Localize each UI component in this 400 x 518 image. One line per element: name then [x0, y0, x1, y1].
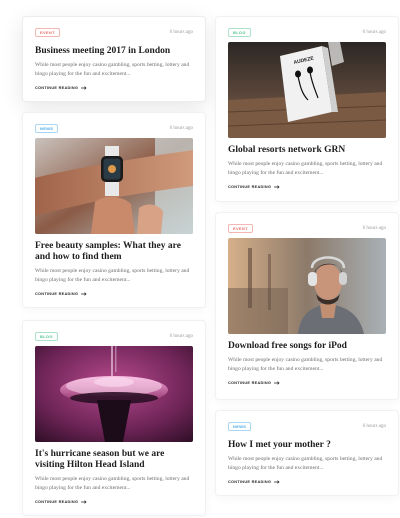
card-meta: BLOG 6 hours ago: [228, 27, 386, 37]
category-badge[interactable]: EVENT: [228, 223, 253, 233]
category-badge[interactable]: BLOG: [35, 331, 58, 341]
continue-reading-label: CONTINUE READING: [35, 292, 79, 296]
article-title[interactable]: Free beauty samples: What they are and h…: [35, 241, 193, 263]
category-badge[interactable]: NEWS: [228, 421, 252, 431]
article-title[interactable]: How I met your mother ?: [228, 440, 386, 451]
card-meta: NEWS 6 hours ago: [35, 123, 193, 133]
man-headphones-image: [228, 238, 386, 334]
continue-reading-link[interactable]: CONTINUE READING: [35, 292, 193, 296]
continue-reading-label: CONTINUE READING: [35, 500, 79, 504]
continue-reading-label: CONTINUE READING: [228, 480, 272, 484]
article-card[interactable]: BLOG 6 hours ago It's hurricane season b…: [22, 320, 206, 516]
article-image[interactable]: [228, 238, 386, 334]
observation-tower-image: [35, 346, 193, 442]
arrow-right-icon: [81, 500, 87, 504]
article-card[interactable]: BLOG 6 hours ago AUDEZE Global resorts n…: [215, 16, 399, 202]
card-meta: EVENT 6 hours ago: [228, 223, 386, 233]
timestamp: 6 hours ago: [169, 333, 193, 339]
continue-reading-link[interactable]: CONTINUE READING: [228, 185, 386, 189]
article-card[interactable]: EVENT 6 hours ago Business meeting 2017 …: [22, 16, 206, 102]
timestamp: 6 hours ago: [169, 125, 193, 131]
continue-reading-link[interactable]: CONTINUE READING: [35, 500, 193, 504]
timestamp: 6 hours ago: [169, 29, 193, 35]
arrow-right-icon: [274, 480, 280, 484]
article-excerpt: While most people enjoy casino gambling,…: [228, 456, 383, 471]
article-title[interactable]: Global resorts network GRN: [228, 145, 386, 156]
card-meta: BLOG 6 hours ago: [35, 331, 193, 341]
article-title[interactable]: Download free songs for iPod: [228, 341, 386, 352]
card-meta: EVENT 6 hours ago: [35, 27, 193, 37]
timestamp: 6 hours ago: [362, 29, 386, 35]
arrow-right-icon: [81, 86, 87, 90]
article-card[interactable]: EVENT 6 hours ago Download free songs fo…: [215, 212, 399, 400]
arrow-right-icon: [274, 381, 280, 385]
continue-reading-label: CONTINUE READING: [228, 185, 272, 189]
arrow-right-icon: [81, 292, 87, 296]
category-badge[interactable]: NEWS: [35, 123, 59, 133]
category-badge[interactable]: BLOG: [228, 27, 251, 37]
article-title[interactable]: It's hurricane season but we are visitin…: [35, 449, 193, 471]
article-title[interactable]: Business meeting 2017 in London: [35, 46, 193, 57]
earphones-box-image: AUDEZE: [228, 42, 386, 138]
article-excerpt: While most people enjoy casino gambling,…: [35, 62, 190, 77]
timestamp: 6 hours ago: [362, 423, 386, 429]
article-excerpt: While most people enjoy casino gambling,…: [228, 161, 383, 176]
continue-reading-label: CONTINUE READING: [228, 381, 272, 385]
article-image[interactable]: AUDEZE: [228, 42, 386, 138]
article-image[interactable]: [35, 346, 193, 442]
article-excerpt: While most people enjoy casino gambling,…: [35, 476, 190, 491]
article-excerpt: While most people enjoy casino gambling,…: [35, 268, 190, 283]
arrow-right-icon: [274, 185, 280, 189]
article-card[interactable]: NEWS 6 hours ago Free beauty samples: Wh…: [22, 112, 206, 308]
continue-reading-label: CONTINUE READING: [35, 86, 79, 90]
continue-reading-link[interactable]: CONTINUE READING: [228, 480, 386, 484]
smartwatch-image: [35, 138, 193, 234]
continue-reading-link[interactable]: CONTINUE READING: [228, 381, 386, 385]
card-meta: NEWS 6 hours ago: [228, 421, 386, 431]
article-image[interactable]: [35, 138, 193, 234]
continue-reading-link[interactable]: CONTINUE READING: [35, 86, 193, 90]
timestamp: 6 hours ago: [362, 225, 386, 231]
article-card[interactable]: NEWS 6 hours ago How I met your mother ?…: [215, 410, 399, 496]
category-badge[interactable]: EVENT: [35, 27, 60, 37]
article-excerpt: While most people enjoy casino gambling,…: [228, 357, 383, 372]
